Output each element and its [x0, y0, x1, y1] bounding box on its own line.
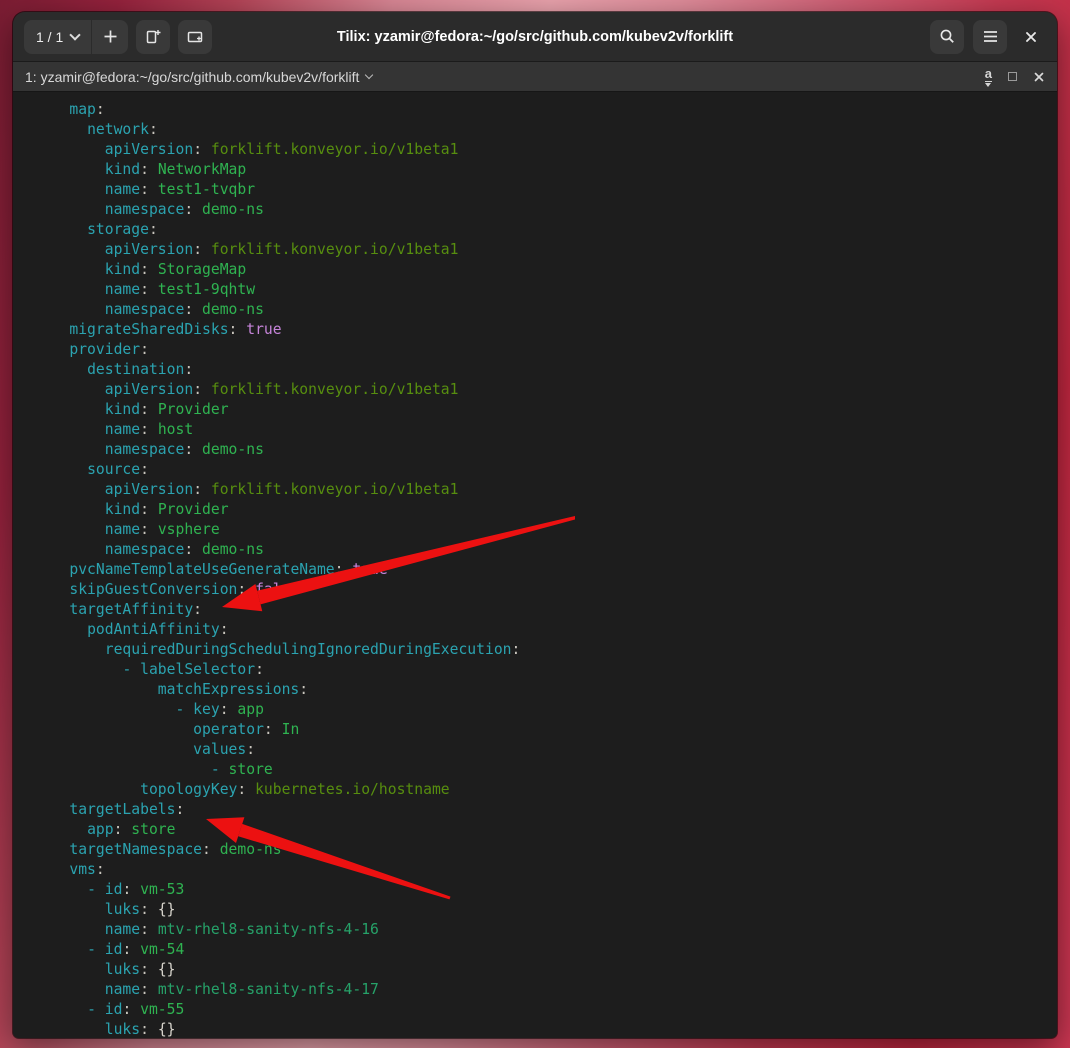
- terminal-line: namespace: demo-ns: [104, 301, 264, 318]
- terminal-line: kind: NetworkMap: [104, 161, 247, 178]
- terminal-line: podAntiAffinity:: [87, 621, 229, 638]
- headerbar-right-controls: [930, 19, 1046, 54]
- terminal-line: name: mtv-rhel8-sanity-nfs-4-16: [104, 921, 379, 938]
- terminal-line: operator: In: [193, 721, 300, 738]
- terminal-line: topologyKey: kubernetes.io/hostname: [140, 781, 450, 798]
- terminal-line: storage:: [87, 221, 158, 238]
- terminal-line: migrateSharedDisks: true: [69, 321, 282, 338]
- sync-input-icon: a: [984, 65, 992, 82]
- session-switcher-button[interactable]: 1 / 1: [24, 20, 91, 54]
- close-terminal-button[interactable]: [1033, 71, 1045, 83]
- terminal-line: luks: {}: [104, 1021, 176, 1037]
- terminal-line: targetNamespace: demo-ns: [69, 841, 282, 858]
- close-icon: [1026, 31, 1036, 42]
- terminal-line: - id: vm-55: [87, 1001, 185, 1018]
- plus-icon: [104, 30, 117, 43]
- terminal-line: name: test1-9qhtw: [104, 281, 256, 298]
- chevron-down-icon: [69, 28, 81, 41]
- terminal-line: source:: [87, 461, 149, 478]
- terminal-line: namespace: demo-ns: [104, 541, 264, 558]
- terminal-tab-title[interactable]: 1: yzamir@fedora:~/go/src/github.com/kub…: [25, 69, 359, 85]
- terminal-line: name: host: [104, 421, 194, 438]
- terminal-line: - labelSelector:: [122, 661, 264, 678]
- window-title: Tilix: yzamir@fedora:~/go/src/github.com…: [336, 28, 734, 45]
- new-session-button[interactable]: [92, 20, 128, 54]
- terminal-line: - key: app: [175, 701, 264, 718]
- add-terminal-down-icon: [188, 31, 203, 42]
- search-icon: [940, 29, 954, 43]
- tilix-window: 1 / 1 Tilix: yzamir@fedora:~/go/src/gith…: [13, 12, 1057, 1038]
- terminal-line: kind: Provider: [104, 401, 229, 418]
- close-icon: [1034, 72, 1044, 81]
- terminal-line: requiredDuringSchedulingIgnoredDuringExe…: [104, 641, 521, 658]
- terminal-line: app: store: [87, 821, 176, 838]
- terminal-line: name: vsphere: [104, 521, 220, 538]
- window-close-button[interactable]: [1016, 22, 1046, 52]
- search-button[interactable]: [930, 19, 964, 54]
- terminal-line: network:: [87, 121, 158, 138]
- maximize-icon: [1008, 72, 1017, 81]
- terminal-line: - store: [210, 761, 273, 778]
- terminal-line: targetAffinity:: [69, 601, 203, 618]
- terminal-line: - id: vm-54: [87, 941, 185, 958]
- terminal-titlebar-controls: a: [984, 65, 1045, 87]
- terminal-output[interactable]: map: network: apiVersion: forklift.konve…: [13, 92, 1057, 1037]
- terminal-line: apiVersion: forklift.konveyor.io/v1beta1: [104, 241, 459, 258]
- terminal-line: apiVersion: forklift.konveyor.io/v1beta1: [104, 141, 459, 158]
- terminal-line: apiVersion: forklift.konveyor.io/v1beta1: [104, 481, 459, 498]
- terminal-line: values:: [193, 741, 256, 758]
- terminal-line: namespace: demo-ns: [104, 201, 264, 218]
- terminal-line: luks: {}: [104, 961, 176, 978]
- terminal-line: kind: Provider: [104, 501, 229, 518]
- terminal-line: name: test1-tvqbr: [104, 181, 256, 198]
- add-terminal-right-icon: [147, 29, 161, 43]
- terminal-line: kind: StorageMap: [104, 261, 247, 278]
- headerbar-left-controls: 1 / 1: [24, 19, 213, 54]
- add-terminal-right-button[interactable]: [136, 19, 171, 54]
- terminal-line: matchExpressions:: [157, 681, 309, 698]
- session-indicator: 1 / 1: [36, 28, 64, 45]
- hamburger-menu-icon: [983, 31, 997, 42]
- terminal-line: luks: {}: [104, 901, 176, 918]
- terminal-line: namespace: demo-ns: [104, 441, 264, 458]
- session-button-group: 1 / 1: [24, 19, 129, 54]
- sync-input-button[interactable]: a: [984, 65, 992, 87]
- terminal-line: pvcNameTemplateUseGenerateName: true: [69, 561, 388, 578]
- terminal-line: - id: vm-53: [87, 881, 185, 898]
- terminal-line: map:: [69, 101, 105, 118]
- headerbar: 1 / 1 Tilix: yzamir@fedora:~/go/src/gith…: [13, 12, 1057, 62]
- terminal-line: vms:: [69, 861, 105, 878]
- terminal-line: apiVersion: forklift.konveyor.io/v1beta1: [104, 381, 459, 398]
- terminal-line: destination:: [87, 361, 194, 378]
- maximize-terminal-button[interactable]: [1008, 72, 1017, 81]
- chevron-down-icon[interactable]: [365, 70, 374, 80]
- terminal-line: name: mtv-rhel8-sanity-nfs-4-17: [104, 981, 379, 998]
- add-terminal-down-button[interactable]: [178, 19, 213, 54]
- terminal-line: targetLabels:: [69, 801, 185, 818]
- caret-down-icon: [985, 82, 992, 87]
- terminal-titlebar: 1: yzamir@fedora:~/go/src/github.com/kub…: [13, 62, 1057, 92]
- terminal-line: provider:: [69, 341, 149, 358]
- terminal-line: skipGuestConversion: false: [69, 581, 300, 598]
- menu-button[interactable]: [973, 19, 1007, 54]
